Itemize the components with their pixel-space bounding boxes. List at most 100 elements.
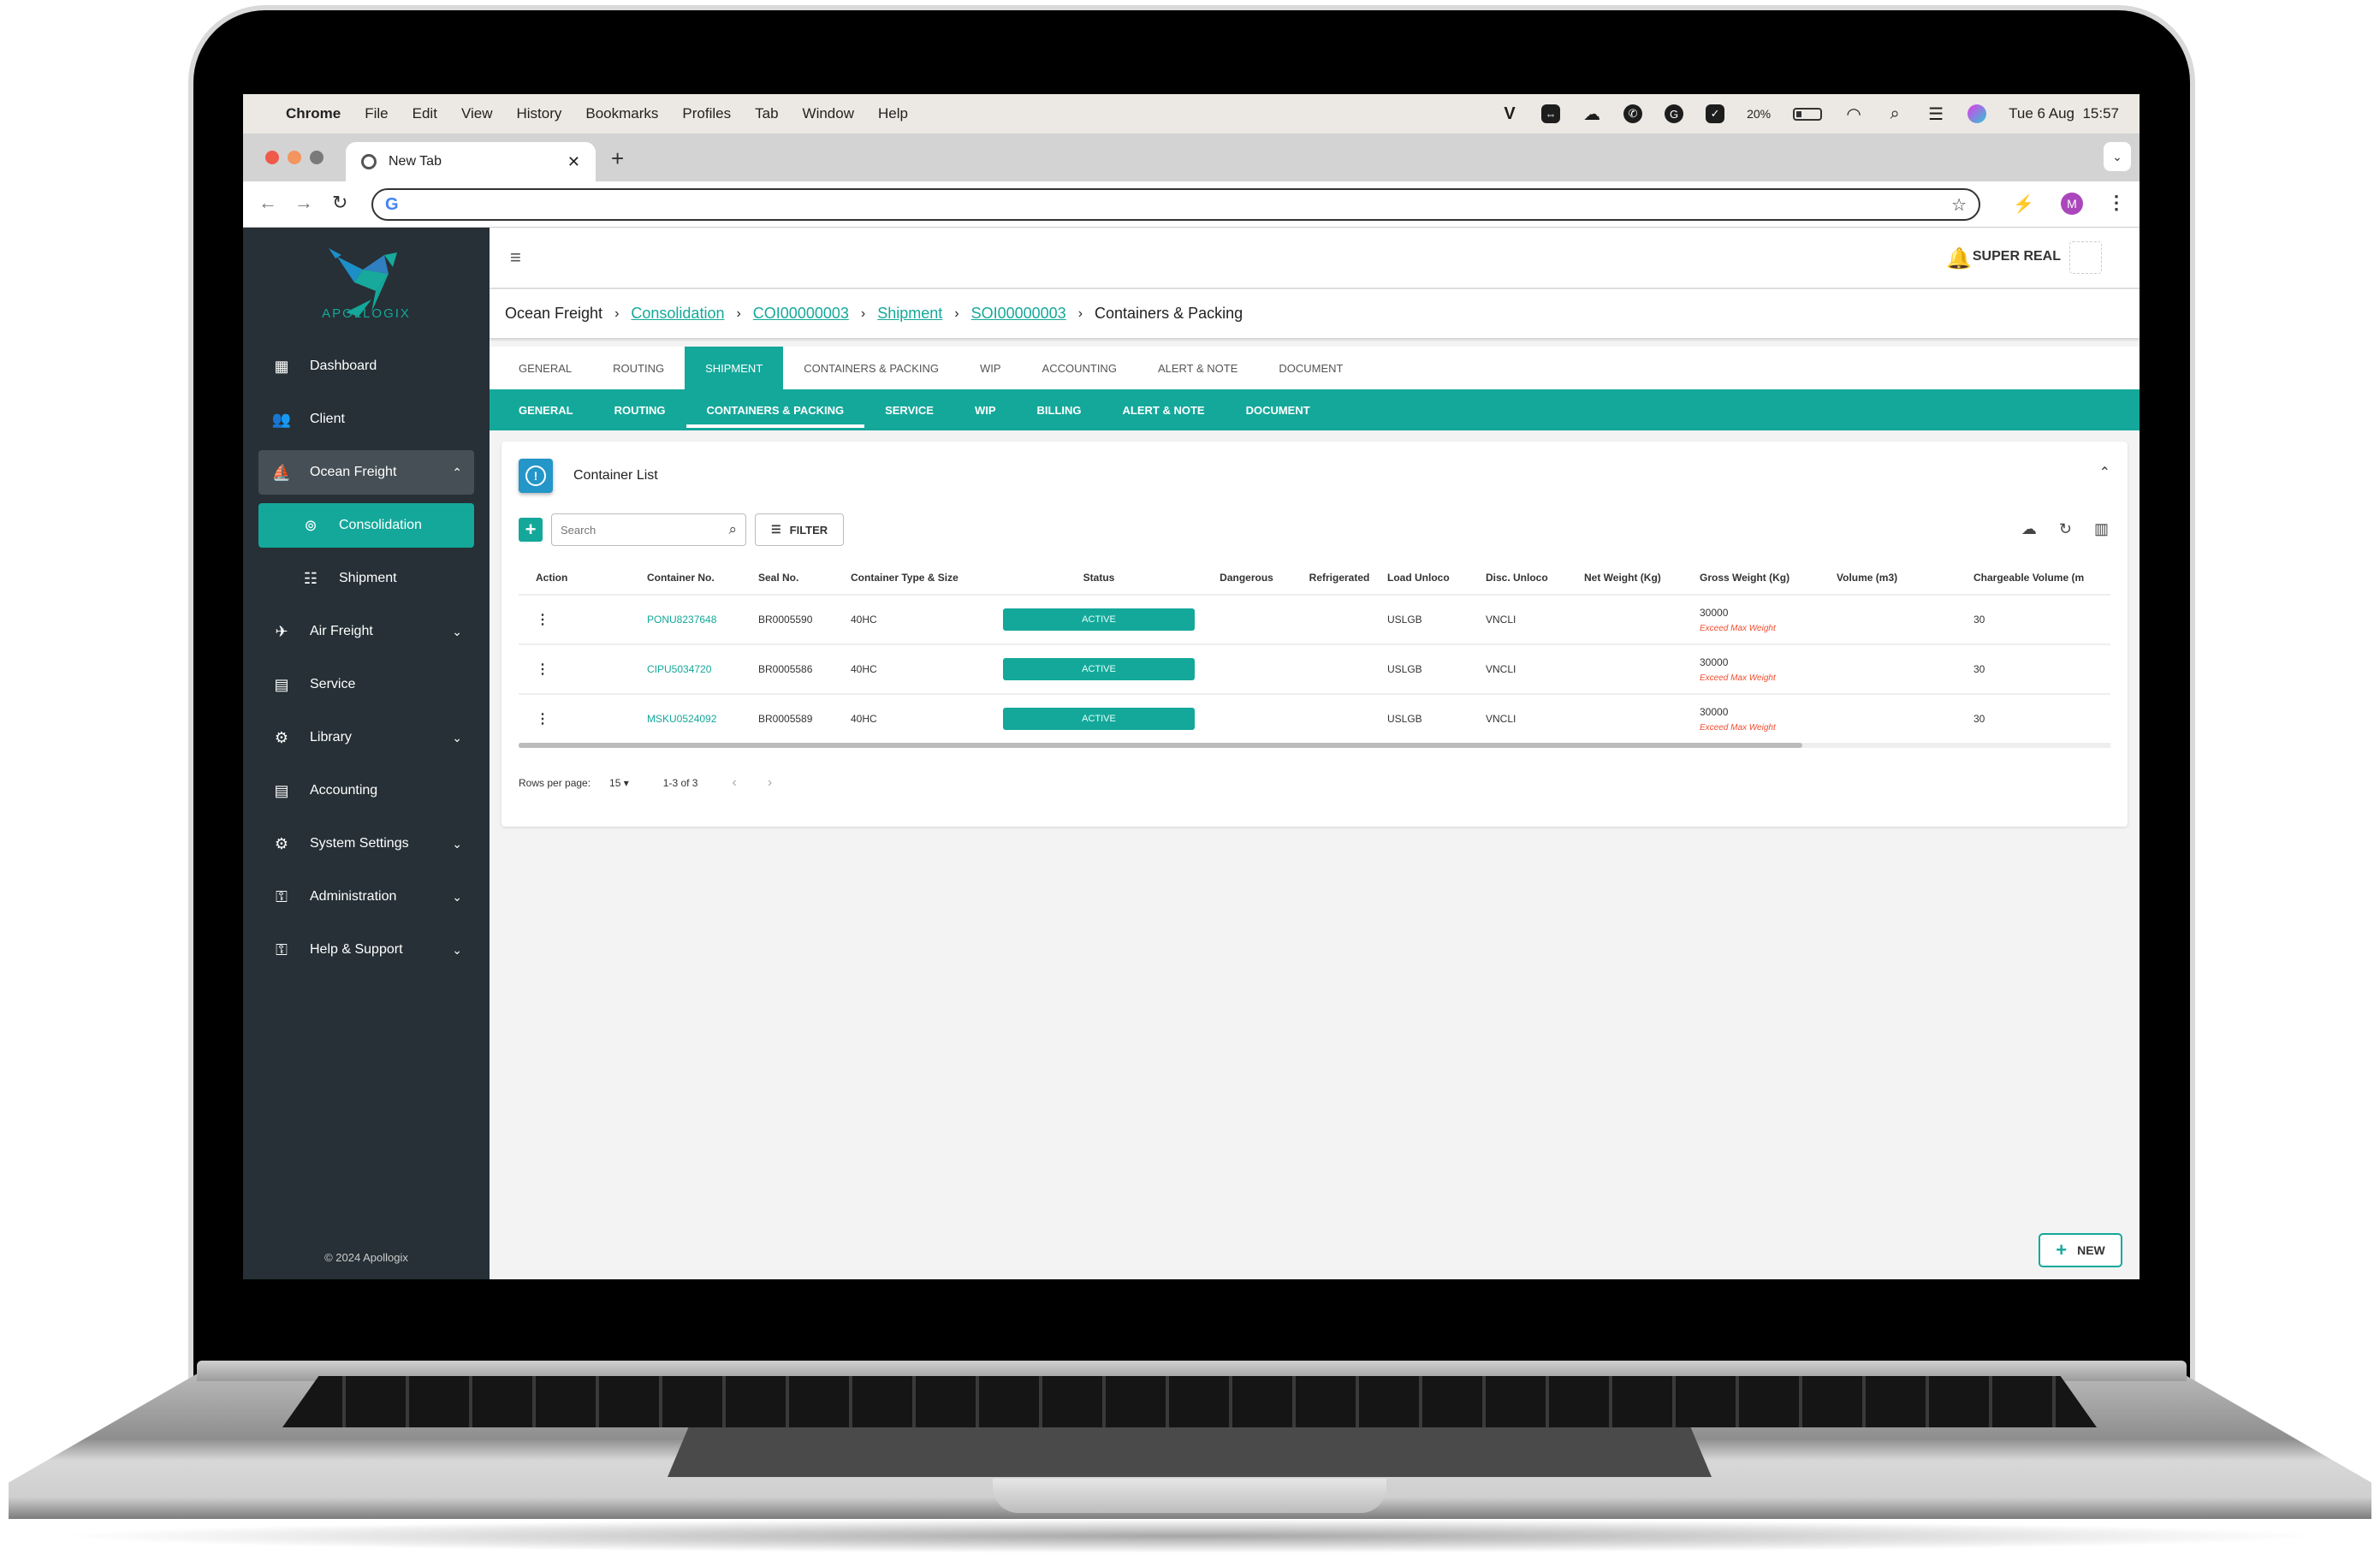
column-header[interactable]: Volume (m3) bbox=[1837, 572, 1973, 584]
previous-page-icon[interactable]: ‹ bbox=[732, 775, 736, 791]
column-header[interactable]: Container No. bbox=[647, 572, 758, 584]
extension-icon[interactable]: ⚡ bbox=[2013, 193, 2034, 215]
table-row[interactable]: ⋮ MSKU0524092 BR0005589 40HC ACTIVE USLGB VNCL… bbox=[519, 695, 2110, 744]
battery-icon[interactable] bbox=[1793, 107, 1823, 121]
chevron-up-icon[interactable]: ⌃ bbox=[452, 466, 462, 480]
add-container-button[interactable]: + bbox=[519, 518, 543, 542]
maximize-window-button[interactable] bbox=[310, 151, 323, 164]
menu-bookmarks[interactable]: Bookmarks bbox=[585, 105, 658, 122]
address-bar[interactable]: G ☆ bbox=[371, 188, 1980, 221]
menu-view[interactable]: View bbox=[461, 105, 493, 122]
column-header[interactable]: Chargeable Volume (m bbox=[1973, 572, 2110, 584]
table-row[interactable]: ⋮ CIPU5034720 BR0005586 40HC ACTIVE USLGB VNCL… bbox=[519, 645, 2110, 695]
check-icon[interactable]: ✓ bbox=[1706, 104, 1725, 123]
creative-cloud-icon[interactable]: ☁ bbox=[1582, 104, 1601, 124]
breadcrumb-item[interactable]: COI00000003 bbox=[753, 305, 849, 323]
row-actions-icon[interactable]: ⋮ bbox=[536, 613, 549, 627]
subtab-routing[interactable]: ROUTING bbox=[594, 389, 686, 430]
sidebar-item-system-settings[interactable]: ⚙ System Settings ⌄ bbox=[258, 822, 474, 866]
menu-help[interactable]: Help bbox=[878, 105, 908, 122]
container-link[interactable]: CIPU5034720 bbox=[647, 663, 711, 675]
column-header[interactable]: Disc. Unloco bbox=[1486, 572, 1584, 584]
user-name[interactable]: SUPER REAL bbox=[1973, 249, 2061, 264]
back-icon[interactable]: ← bbox=[258, 192, 277, 214]
datetime[interactable]: Tue 6 Aug 15:57 bbox=[2009, 105, 2119, 122]
sidebar-item-service[interactable]: ▤ Service bbox=[258, 662, 474, 707]
breadcrumb-item[interactable]: Consolidation bbox=[631, 305, 724, 323]
siri-icon[interactable] bbox=[1968, 104, 1987, 123]
tab-wip[interactable]: WIP bbox=[959, 347, 1022, 389]
chevron-down-icon[interactable]: ⌄ bbox=[452, 625, 462, 639]
menu-profiles[interactable]: Profiles bbox=[682, 105, 731, 122]
sidebar-item-administration[interactable]: ⚿ Administration ⌄ bbox=[258, 875, 474, 919]
subtab-service[interactable]: SERVICE bbox=[864, 389, 954, 430]
chevron-down-icon[interactable]: ⌄ bbox=[452, 943, 462, 958]
menu-chrome[interactable]: Chrome bbox=[286, 105, 341, 122]
row-actions-icon[interactable]: ⋮ bbox=[536, 662, 549, 677]
phone-notify-icon[interactable]: ✆ bbox=[1623, 104, 1643, 123]
next-page-icon[interactable]: › bbox=[768, 775, 772, 791]
control-center-icon[interactable]: ☰ bbox=[1926, 104, 1945, 124]
sidebar-item-library[interactable]: ⚙ Library ⌄ bbox=[258, 715, 474, 760]
search-input[interactable] bbox=[561, 523, 729, 537]
notification-bell-icon[interactable]: 🔔 bbox=[1946, 246, 1972, 271]
search-icon[interactable]: ⌕ bbox=[728, 521, 737, 538]
tab-search-button[interactable]: ⌄ bbox=[2104, 142, 2131, 171]
new-button[interactable]: + NEW bbox=[2039, 1233, 2122, 1267]
table-row[interactable]: ⋮ PONU8237648 BR0005590 40HC ACTIVE USLGB VNCL… bbox=[519, 596, 2110, 645]
container-link[interactable]: PONU8237648 bbox=[647, 614, 716, 626]
subtab-alert-note[interactable]: ALERT & NOTE bbox=[1102, 389, 1226, 430]
menu-edit[interactable]: Edit bbox=[412, 105, 437, 122]
browser-menu-icon[interactable]: ⋮ bbox=[2107, 192, 2126, 214]
column-header[interactable]: Dangerous bbox=[1202, 572, 1291, 584]
teamviewer-icon[interactable]: ⇔ bbox=[1541, 104, 1561, 123]
menu-history[interactable]: History bbox=[516, 105, 561, 122]
container-link[interactable]: MSKU0524092 bbox=[647, 713, 716, 725]
sidebar-item-client[interactable]: 👥 Client bbox=[258, 397, 474, 442]
tab-document[interactable]: DOCUMENT bbox=[1258, 347, 1363, 389]
column-header[interactable]: Net Weight (Kg) bbox=[1584, 572, 1700, 584]
tab-accounting[interactable]: ACCOUNTING bbox=[1022, 347, 1137, 389]
tab-containers-packing[interactable]: CONTAINERS & PACKING bbox=[783, 347, 959, 389]
collapse-chevron-up-icon[interactable]: ⌃ bbox=[2099, 464, 2110, 481]
columns-icon[interactable]: ▥ bbox=[2094, 520, 2109, 538]
column-header[interactable]: Status bbox=[996, 572, 1202, 584]
grammarly-icon[interactable]: G bbox=[1665, 104, 1684, 123]
cloud-upload-icon[interactable]: ☁ bbox=[2021, 520, 2037, 538]
sidebar-item-help-support[interactable]: ⚿ Help & Support ⌄ bbox=[258, 928, 474, 972]
subtab-wip[interactable]: WIP bbox=[954, 389, 1017, 430]
menu-file[interactable]: File bbox=[365, 105, 388, 122]
refresh-icon[interactable]: ↻ bbox=[2059, 520, 2072, 538]
scrollbar-thumb[interactable] bbox=[519, 743, 1802, 748]
column-header[interactable]: Seal No. bbox=[758, 572, 851, 584]
close-tab-icon[interactable]: ✕ bbox=[567, 153, 580, 171]
breadcrumb-item[interactable]: SOI00000003 bbox=[971, 305, 1066, 323]
tab-routing[interactable]: ROUTING bbox=[592, 347, 685, 389]
wifi-icon[interactable]: ◠ bbox=[1844, 104, 1863, 124]
tab-general[interactable]: GENERAL bbox=[498, 347, 592, 389]
spotlight-search-icon[interactable]: ⌕ bbox=[1885, 104, 1904, 123]
horizontal-scrollbar[interactable] bbox=[519, 743, 2110, 748]
menu-window[interactable]: Window bbox=[803, 105, 854, 122]
minimize-window-button[interactable] bbox=[288, 151, 301, 164]
row-actions-icon[interactable]: ⋮ bbox=[536, 712, 549, 727]
sidebar-item-accounting[interactable]: ▤ Accounting bbox=[258, 768, 474, 813]
sidebar-item-air-freight[interactable]: ✈ Air Freight ⌄ bbox=[258, 609, 474, 654]
tab-shipment[interactable]: SHIPMENT bbox=[685, 347, 784, 389]
tab-alert-note[interactable]: ALERT & NOTE bbox=[1137, 347, 1258, 389]
subtab-billing[interactable]: BILLING bbox=[1017, 389, 1102, 430]
reload-icon[interactable]: ↻ bbox=[332, 192, 347, 214]
sidebar-item-ocean-freight[interactable]: ⛵ Ocean Freight ⌃ bbox=[258, 450, 474, 495]
forward-icon[interactable]: → bbox=[294, 192, 313, 214]
subtab-general[interactable]: GENERAL bbox=[498, 389, 594, 430]
filter-button[interactable]: ☰ FILTER bbox=[755, 513, 845, 546]
hamburger-menu-icon[interactable]: ≡ bbox=[510, 246, 521, 269]
chevron-down-icon[interactable]: ⌄ bbox=[452, 890, 462, 905]
user-avatar[interactable] bbox=[2069, 241, 2102, 274]
sidebar-item-dashboard[interactable]: ▦ Dashboard bbox=[258, 344, 474, 389]
sidebar-item-shipment[interactable]: ☷ Shipment bbox=[258, 556, 474, 601]
column-header[interactable]: Container Type & Size bbox=[851, 572, 996, 584]
chevron-down-icon[interactable]: ⌄ bbox=[452, 731, 462, 745]
bookmark-star-icon[interactable]: ☆ bbox=[1951, 194, 1967, 216]
chevron-down-icon[interactable]: ⌄ bbox=[452, 837, 462, 851]
